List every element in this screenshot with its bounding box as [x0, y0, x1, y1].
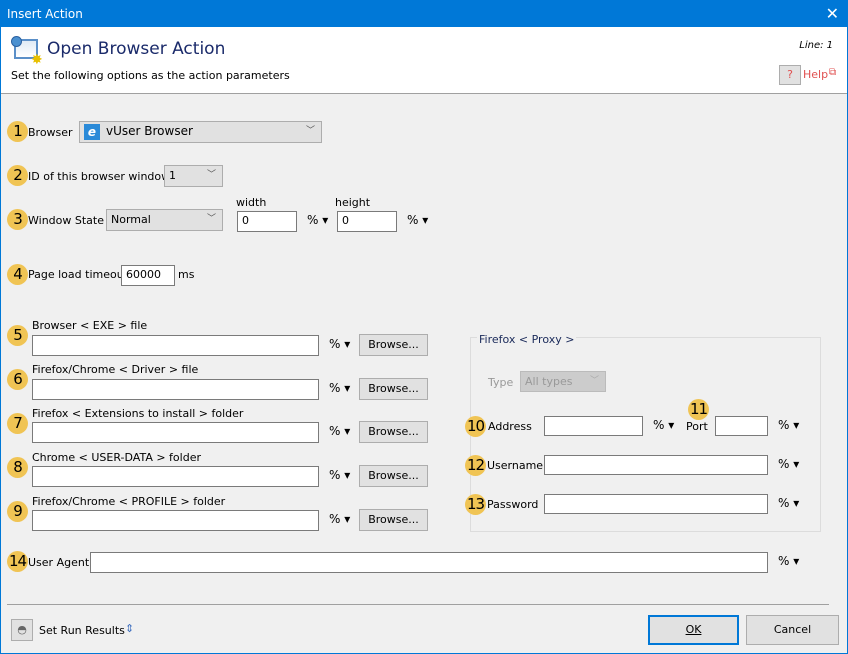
- help-link[interactable]: Help: [803, 68, 828, 81]
- user-data-folder-label: Chrome < USER-DATA > folder: [32, 451, 201, 464]
- address-percent-menu[interactable]: % ▾: [653, 418, 674, 432]
- profile-folder-input[interactable]: [32, 510, 319, 531]
- badge-6: 6: [7, 369, 28, 390]
- browser-label: Browser: [28, 126, 73, 139]
- extensions-folder-percent-menu[interactable]: % ▾: [329, 424, 350, 438]
- chevron-down-icon: ﹀: [206, 214, 216, 224]
- window-id-value: 1: [169, 169, 176, 182]
- user-data-folder-browse-button[interactable]: Browse...: [359, 465, 428, 487]
- insert-action-dialog: Insert Action ✕ ✸ Open Browser Action Se…: [0, 0, 848, 654]
- badge-8: 8: [7, 457, 28, 478]
- height-input[interactable]: 0: [337, 211, 397, 232]
- badge-10: 10: [465, 416, 486, 437]
- username-percent-menu[interactable]: % ▾: [778, 457, 799, 471]
- window-id-select[interactable]: 1 ﹀: [164, 165, 223, 187]
- browser-exe-label: Browser < EXE > file: [32, 319, 148, 332]
- chevron-down-icon: ﹀: [206, 170, 216, 180]
- badge-5: 5: [7, 325, 28, 346]
- browser-value: vUser Browser: [106, 124, 193, 138]
- driver-file-input[interactable]: [32, 379, 319, 400]
- password-percent-menu[interactable]: % ▾: [778, 496, 799, 510]
- badge-3: 3: [7, 209, 28, 230]
- proxy-type-label: Type: [488, 376, 514, 389]
- badge-1: 1: [7, 121, 28, 142]
- profile-folder-label: Firefox/Chrome < PROFILE > folder: [32, 495, 226, 508]
- user-data-folder-percent-menu[interactable]: % ▾: [329, 468, 350, 482]
- password-label: Password: [487, 498, 539, 511]
- badge-4: 4: [7, 264, 28, 285]
- profile-folder-percent-menu[interactable]: % ▾: [329, 512, 350, 526]
- proxy-group-title: Firefox < Proxy >: [477, 333, 577, 346]
- window-state-label: Window State: [28, 214, 104, 227]
- port-label: Port: [686, 420, 708, 433]
- line-number: Line: 1: [799, 40, 833, 51]
- height-label: height: [335, 196, 371, 209]
- width-label: width: [236, 196, 267, 209]
- window-state-select[interactable]: Normal ﹀: [106, 209, 223, 231]
- set-run-results-label[interactable]: Set Run Results: [39, 624, 125, 637]
- badge-14: 14: [7, 551, 28, 572]
- port-percent-menu[interactable]: % ▾: [778, 418, 799, 432]
- extensions-folder-browse-button[interactable]: Browse...: [359, 421, 428, 443]
- user-agent-input[interactable]: [90, 552, 768, 573]
- user-agent-percent-menu[interactable]: % ▾: [778, 554, 799, 568]
- user-agent-label: User Agent: [28, 556, 90, 569]
- browser-select[interactable]: e vUser Browser ﹀: [79, 121, 322, 143]
- badge-13: 13: [465, 494, 486, 515]
- chevron-down-icon: ﹀: [305, 126, 315, 136]
- ok-button[interactable]: OK: [648, 615, 739, 645]
- chevron-down-icon: ﹀: [589, 376, 599, 386]
- username-input[interactable]: [544, 455, 768, 475]
- badge-2: 2: [7, 165, 28, 186]
- cancel-button[interactable]: Cancel: [746, 615, 839, 645]
- badge-11: 11: [688, 399, 709, 420]
- profile-folder-browse-button[interactable]: Browse...: [359, 509, 428, 531]
- popout-icon: ⧉: [829, 67, 837, 78]
- proxy-type-select: All types ﹀: [520, 371, 606, 392]
- title-bar: Insert Action: [1, 1, 847, 27]
- user-data-folder-input[interactable]: [32, 466, 319, 487]
- close-button[interactable]: ✕: [826, 1, 839, 27]
- extensions-folder-label: Firefox < Extensions to install > folder: [32, 407, 244, 420]
- driver-file-browse-button[interactable]: Browse...: [359, 378, 428, 400]
- set-run-results-button[interactable]: ◓: [11, 619, 33, 641]
- extensions-folder-input[interactable]: [32, 422, 319, 443]
- proxy-type-value: All types: [525, 375, 573, 388]
- footer-divider: [7, 604, 829, 605]
- address-label: Address: [488, 420, 532, 433]
- run-results-icon: ◓: [17, 623, 27, 636]
- browser-exe-percent-menu[interactable]: % ▾: [329, 337, 350, 351]
- width-input[interactable]: 0: [237, 211, 297, 232]
- browser-exe-browse-button[interactable]: Browse...: [359, 334, 428, 356]
- expand-icon[interactable]: ⇕: [125, 622, 134, 635]
- port-input[interactable]: [715, 416, 768, 436]
- timeout-unit: ms: [178, 268, 195, 281]
- address-input[interactable]: [544, 416, 643, 436]
- password-input[interactable]: [544, 494, 768, 514]
- browser-exe-input[interactable]: [32, 335, 319, 356]
- page-title: Open Browser Action: [47, 39, 226, 59]
- ie-icon: e: [84, 124, 100, 140]
- window-id-label: ID of this browser window: [28, 170, 171, 183]
- browser-action-icon: ✸: [11, 36, 43, 68]
- timeout-input[interactable]: 60000: [121, 265, 175, 286]
- badge-12: 12: [465, 455, 486, 476]
- subtitle: Set the following options as the action …: [11, 69, 290, 82]
- help-button[interactable]: ?: [779, 65, 801, 85]
- header: ✸ Open Browser Action Set the following …: [1, 27, 847, 94]
- window-state-value: Normal: [111, 213, 151, 226]
- driver-file-label: Firefox/Chrome < Driver > file: [32, 363, 199, 376]
- height-percent-menu[interactable]: % ▾: [407, 213, 428, 227]
- question-icon: ?: [787, 68, 793, 81]
- timeout-label: Page load timeout: [28, 268, 128, 281]
- driver-file-percent-menu[interactable]: % ▾: [329, 381, 350, 395]
- width-percent-menu[interactable]: % ▾: [307, 213, 328, 227]
- badge-9: 9: [7, 501, 28, 522]
- badge-7: 7: [7, 413, 28, 434]
- window-title: Insert Action: [7, 7, 83, 21]
- username-label: Username: [487, 459, 544, 472]
